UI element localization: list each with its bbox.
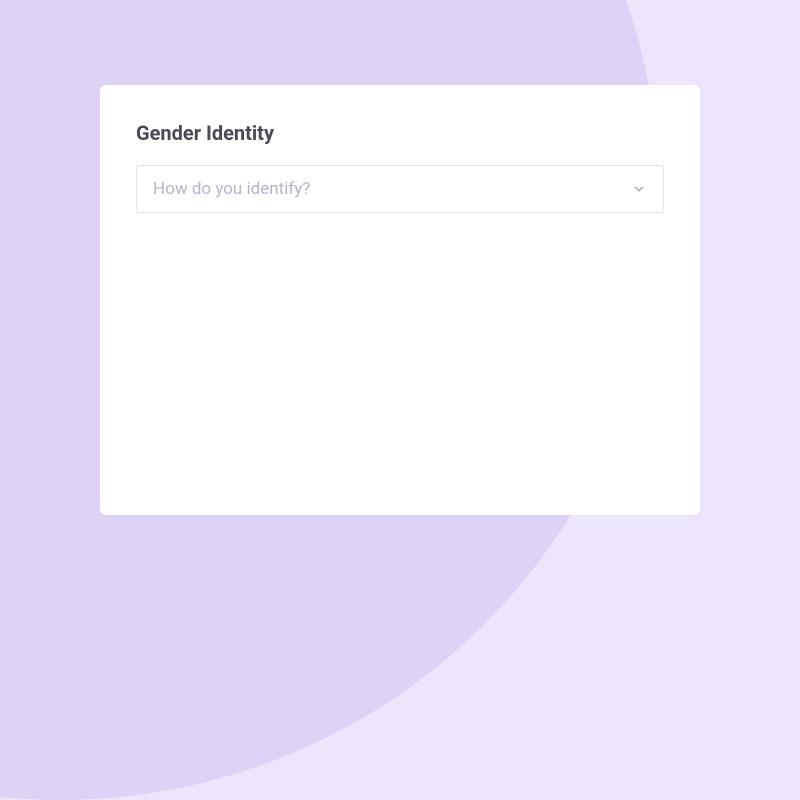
form-card: Gender Identity How do you identify? [100,85,700,515]
chevron-down-icon [631,181,647,197]
gender-identity-select[interactable]: How do you identify? [136,165,664,213]
card-title: Gender Identity [136,121,664,145]
select-placeholder: How do you identify? [153,179,631,199]
